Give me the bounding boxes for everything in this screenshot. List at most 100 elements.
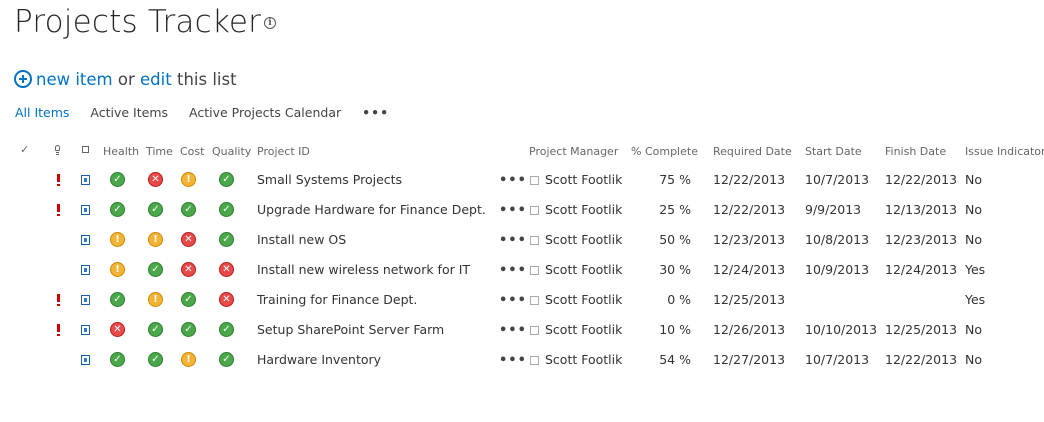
- finish-date-value: 12/22/2013: [885, 172, 958, 187]
- high-priority-icon: [57, 204, 60, 216]
- presence-indicator-icon: [530, 266, 539, 275]
- required-date-value: 12/27/2013: [713, 352, 786, 367]
- cost-status-icon-green: ✓: [181, 202, 196, 217]
- required-date-value: 12/22/2013: [713, 172, 786, 187]
- priority-bulb-icon: [55, 145, 60, 155]
- or-text: or: [117, 70, 135, 89]
- health-status-icon-green: ✓: [110, 202, 125, 217]
- time-status-icon-green: ✓: [148, 202, 163, 217]
- time-status-icon-green: ✓: [148, 352, 163, 367]
- project-id-link[interactable]: Small Systems Projects: [257, 172, 402, 188]
- presence-indicator-icon: [530, 296, 539, 305]
- row-menu-button[interactable]: •••: [499, 323, 527, 339]
- percent-complete-value: 0 %: [667, 292, 691, 307]
- header-cost[interactable]: Cost: [180, 145, 204, 158]
- issue-indicator-value: No: [965, 352, 982, 367]
- quality-status-icon-green: ✓: [219, 232, 234, 247]
- quality-status-icon-green: ✓: [219, 352, 234, 367]
- header-project-manager[interactable]: Project Manager: [529, 145, 618, 158]
- presence-indicator-icon: [530, 236, 539, 245]
- issue-indicator-value: No: [965, 202, 982, 217]
- new-item-link[interactable]: new item: [36, 70, 113, 89]
- document-icon: [81, 235, 90, 245]
- row-menu-button[interactable]: •••: [499, 173, 527, 189]
- document-icon: [81, 355, 90, 365]
- health-status-icon-green: ✓: [110, 172, 125, 187]
- project-id-link[interactable]: Setup SharePoint Server Farm: [257, 322, 444, 338]
- finish-date-value: 12/22/2013: [885, 352, 958, 367]
- required-date-value: 12/22/2013: [713, 202, 786, 217]
- view-selector: All Items Active Items Active Projects C…: [15, 104, 406, 122]
- header-health[interactable]: Health: [103, 145, 139, 158]
- start-date-value: 10/8/2013: [805, 232, 870, 247]
- time-status-icon-yellow: !: [148, 232, 163, 247]
- quality-status-icon-green: ✓: [219, 202, 234, 217]
- cost-status-icon-green: ✓: [181, 322, 196, 337]
- project-manager-link[interactable]: Scott Footlik: [545, 322, 622, 338]
- row-menu-button[interactable]: •••: [499, 263, 527, 279]
- start-date-value: 10/10/2013: [805, 322, 878, 337]
- percent-complete-value: 25 %: [659, 202, 691, 217]
- project-id-link[interactable]: Upgrade Hardware for Finance Dept.: [257, 202, 486, 218]
- header-finish-date[interactable]: Finish Date: [885, 145, 946, 158]
- select-all-checkmark-icon[interactable]: ✓: [20, 143, 29, 156]
- high-priority-icon: [57, 324, 60, 336]
- percent-complete-value: 10 %: [659, 322, 691, 337]
- view-active-items[interactable]: Active Items: [90, 105, 168, 120]
- info-icon[interactable]: i: [264, 17, 276, 29]
- finish-date-value: 12/25/2013: [885, 322, 958, 337]
- document-icon: [81, 325, 90, 335]
- start-date-value: 9/9/2013: [805, 202, 862, 217]
- page-title: Projects Tracker: [14, 4, 262, 40]
- presence-indicator-icon: [530, 356, 539, 365]
- quality-status-icon-red: ✕: [219, 262, 234, 277]
- view-all-items[interactable]: All Items: [15, 105, 69, 120]
- health-status-icon-red: ✕: [110, 322, 125, 337]
- header-project-id[interactable]: Project ID: [257, 145, 310, 158]
- row-menu-button[interactable]: •••: [499, 293, 527, 309]
- cost-status-icon-red: ✕: [181, 262, 196, 277]
- project-manager-link[interactable]: Scott Footlik: [545, 292, 622, 308]
- row-menu-button[interactable]: •••: [499, 353, 527, 369]
- header-required-date[interactable]: Required Date: [713, 145, 792, 158]
- project-manager-link[interactable]: Scott Footlik: [545, 232, 622, 248]
- header-time[interactable]: Time: [146, 145, 173, 158]
- document-icon: [81, 265, 90, 275]
- header-quality[interactable]: Quality: [212, 145, 251, 158]
- project-manager-link[interactable]: Scott Footlik: [545, 352, 622, 368]
- project-id-link[interactable]: Install new wireless network for IT: [257, 262, 470, 278]
- finish-date-value: 12/24/2013: [885, 262, 958, 277]
- required-date-value: 12/26/2013: [713, 322, 786, 337]
- percent-complete-value: 75 %: [659, 172, 691, 187]
- view-active-projects-calendar[interactable]: Active Projects Calendar: [189, 105, 341, 120]
- time-status-icon-green: ✓: [148, 262, 163, 277]
- project-manager-link[interactable]: Scott Footlik: [545, 262, 622, 278]
- edit-link[interactable]: edit: [140, 70, 172, 89]
- header-start-date[interactable]: Start Date: [805, 145, 862, 158]
- time-status-icon-red: ✕: [148, 172, 163, 187]
- type-column-icon: [82, 146, 89, 153]
- header-percent-complete[interactable]: % Complete: [631, 145, 698, 158]
- document-icon: [81, 205, 90, 215]
- project-manager-link[interactable]: Scott Footlik: [545, 202, 622, 218]
- project-manager-link[interactable]: Scott Footlik: [545, 172, 622, 188]
- this-list-text: this list: [176, 70, 237, 89]
- health-status-icon-yellow: !: [110, 262, 125, 277]
- health-status-icon-yellow: !: [110, 232, 125, 247]
- project-id-link[interactable]: Training for Finance Dept.: [257, 292, 417, 308]
- row-menu-button[interactable]: •••: [499, 203, 527, 219]
- finish-date-value: 12/23/2013: [885, 232, 958, 247]
- start-date-value: 10/7/2013: [805, 352, 870, 367]
- more-views-button[interactable]: •••: [362, 105, 389, 120]
- finish-date-value: 12/13/2013: [885, 202, 958, 217]
- row-menu-button[interactable]: •••: [499, 233, 527, 249]
- issue-indicator-value: No: [965, 232, 982, 247]
- header-issue-indicator[interactable]: Issue Indicator: [965, 145, 1044, 158]
- high-priority-icon: [57, 174, 60, 186]
- add-circle-icon[interactable]: [14, 70, 32, 88]
- quality-status-icon-red: ✕: [219, 292, 234, 307]
- project-id-link[interactable]: Hardware Inventory: [257, 352, 381, 368]
- high-priority-icon: [57, 294, 60, 306]
- document-icon: [81, 295, 90, 305]
- project-id-link[interactable]: Install new OS: [257, 232, 346, 248]
